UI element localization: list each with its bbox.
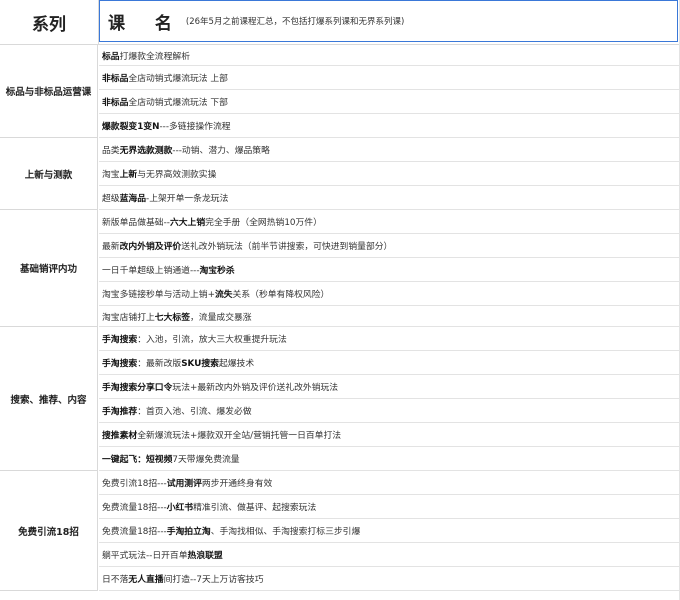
course-row[interactable]: 最新 改内外销及评价 送礼改外销玩法（前半节讲搜索，可快进到销量部分） <box>99 234 680 258</box>
course-row[interactable]: 手淘搜索 ：最新改版 SKU搜索 起爆技术 <box>99 351 680 375</box>
course-text: 玩法+最新改内外销及评价送礼改外销玩法 <box>172 383 339 393</box>
course-text: 免费流量18招--- <box>102 527 167 537</box>
course-text: 一日千单超级上销通道--- <box>102 266 200 276</box>
course-text-bold: ：短视频 <box>137 455 173 465</box>
course-row[interactable]: 手淘推荐 ：首页入池、引流、爆发必做 <box>99 399 680 423</box>
course-sheet: 系列 课 名 (26年5月之前课程汇总，不包括打爆系列课和无界系列课) 标品与非… <box>0 0 680 600</box>
course-header-title: 课 名 <box>108 13 184 34</box>
category-cell[interactable]: 标品与非标品运营课 <box>0 45 98 138</box>
category-cell[interactable]: 免费引流18招 <box>0 471 98 591</box>
course-text-bold: 淘宝秒杀 <box>199 266 235 276</box>
course-text-bold: 手淘搜索 <box>102 335 138 345</box>
course-text: 、手淘找相似、手淘搜索打标三步引爆 <box>210 527 361 537</box>
course-text-bold: 流失 <box>214 290 233 300</box>
course-row[interactable]: 淘宝 上新 与无界高效测款实操 <box>99 162 680 186</box>
course-text-bold: 标品 <box>102 51 120 62</box>
course-text: 日不落 <box>102 575 129 585</box>
course-text-bold: 试用测评 <box>166 479 202 489</box>
course-row[interactable]: 淘宝店铺打上 七大标签 ，流量成交暴涨 <box>99 306 680 327</box>
course-text: -上架开单一条龙玩法 <box>146 194 229 204</box>
course-row[interactable]: 标品 打爆款全流程解析 <box>99 45 680 66</box>
course-text-bold: 一键起飞 <box>102 455 138 465</box>
course-text: 品类 <box>102 146 120 156</box>
course-text-bold: 蓝海品 <box>119 194 147 204</box>
course-text-bold: 非标品 <box>102 74 129 84</box>
course-text-bold: 七大标签 <box>154 312 190 323</box>
header-row: 系列 课 名 (26年5月之前课程汇总，不包括打爆系列课和无界系列课) <box>0 0 680 45</box>
course-text-bold: 手淘推荐 <box>102 407 138 417</box>
course-text: 精准引流、做基评、起搜索玩法 <box>193 503 317 513</box>
course-row[interactable]: 躺平式玩法--日开百单 热浪联盟 <box>99 543 680 567</box>
course-text-bold: 手淘搜索分享口令 <box>102 383 173 393</box>
course-row[interactable]: 非标品 全店动销式爆流玩法 下部 <box>99 90 680 114</box>
course-text: 新版单品做基础-- <box>102 218 170 228</box>
series-header-cell[interactable]: 系列 <box>0 0 99 44</box>
course-header-cell[interactable]: 课 名 (26年5月之前课程汇总，不包括打爆系列课和无界系列课) <box>99 0 678 42</box>
course-row[interactable]: 手淘搜索 ：入池，引流，放大三大权重提升玩法 <box>99 327 680 351</box>
course-text: 全店动销式爆流玩法 下部 <box>128 98 228 108</box>
course-text: 淘宝多链接秒单与活动上销+ <box>102 290 215 300</box>
course-row[interactable]: 搜推素材 全新爆流玩法+爆款双开全站/营销托管一日百单打法 <box>99 423 680 447</box>
course-text-bold: 上新 <box>119 170 138 180</box>
course-text-bold: 无界选款测款 <box>119 146 173 156</box>
course-row[interactable]: 超级 蓝海品 -上架开单一条龙玩法 <box>99 186 680 210</box>
category-cell[interactable]: 上新与测款 <box>0 138 98 210</box>
course-text: 免费流量18招--- <box>102 503 167 513</box>
course-text: ：入池，引流，放大三大权重提升玩法 <box>137 335 287 345</box>
course-text-bold: 六大上销 <box>169 218 206 228</box>
course-text-bold: 爆款裂变1变N <box>102 122 160 132</box>
course-row[interactable]: 新版单品做基础-- 六大上销 完全手册（全网热销10万件） <box>99 210 680 234</box>
course-row[interactable]: 免费流量18招--- 手淘拍立淘 、手淘找相似、手淘搜索打标三步引爆 <box>99 519 680 543</box>
course-text-bold: SKU搜索 <box>181 359 219 369</box>
course-text: ，流量成交暴涨 <box>190 312 252 323</box>
course-text: 送礼改外销玩法（前半节讲搜索，可快进到销量部分） <box>181 242 393 252</box>
course-row[interactable]: 一键起飞 ：短视频 7天带爆免费流量 <box>99 447 680 471</box>
course-text: ---多链接操作流程 <box>159 122 231 132</box>
course-text: 完全手册（全网热销10万件） <box>205 218 322 228</box>
course-text: 全店动销式爆流玩法 上部 <box>128 74 228 84</box>
course-text-bold: 热浪联盟 <box>187 551 223 561</box>
course-text-bold: 小红书 <box>166 503 194 513</box>
course-text: 两步开通终身有效 <box>201 479 273 489</box>
course-text: ：首页入池、引流、爆发必做 <box>137 407 252 417</box>
course-row[interactable]: 免费流量18招--- 小红书 精准引流、做基评、起搜索玩法 <box>99 495 680 519</box>
course-row[interactable]: 爆款裂变1变N ---多链接操作流程 <box>99 114 680 138</box>
course-text: 超级 <box>102 194 120 204</box>
course-text: 关系（秒单有降权风险） <box>232 290 330 300</box>
course-text: 打爆款全流程解析 <box>119 51 190 62</box>
course-text: 最新 <box>102 242 120 252</box>
course-row[interactable]: 淘宝多链接秒单与活动上销+ 流失 关系（秒单有降权风险） <box>99 282 680 306</box>
course-text-bold: 手淘拍立淘 <box>166 527 211 537</box>
course-text: 淘宝店铺打上 <box>102 312 155 323</box>
course-row[interactable]: 一日千单超级上销通道--- 淘宝秒杀 <box>99 258 680 282</box>
course-row[interactable]: 免费引流18招--- 试用测评 两步开通终身有效 <box>99 471 680 495</box>
course-text-bold: 非标品 <box>102 98 129 108</box>
course-text: 免费引流18招--- <box>102 479 167 489</box>
course-text-bold: 搜推素材 <box>102 431 138 441</box>
course-text: 间打造--7天上万访客技巧 <box>163 575 264 585</box>
course-text: 淘宝 <box>102 170 120 180</box>
course-text-bold: 改内外销及评价 <box>119 242 182 252</box>
course-text-bold: 手淘搜索 <box>102 359 138 369</box>
category-cell[interactable]: 基础销评内功 <box>0 210 98 327</box>
course-row[interactable]: 日不落 无人直播 间打造--7天上万访客技巧 <box>99 567 680 591</box>
course-text: 起爆技术 <box>218 359 255 369</box>
course-row[interactable]: 非标品 全店动销式爆流玩法 上部 <box>99 66 680 90</box>
course-text: ---动销、潜力、爆品策略 <box>172 146 270 156</box>
course-text: ：最新改版 <box>137 359 182 369</box>
course-text: 与无界高效测款实操 <box>137 170 217 180</box>
course-text: 全新爆流玩法+爆款双开全站/营销托管一日百单打法 <box>137 431 342 441</box>
category-cell[interactable]: 搜索、推荐、内容 <box>0 327 98 471</box>
course-row[interactable]: 手淘搜索分享口令 玩法+最新改内外销及评价送礼改外销玩法 <box>99 375 680 399</box>
course-text: 7天带爆免费流量 <box>172 455 240 465</box>
course-header-note: (26年5月之前课程汇总，不包括打爆系列课和无界系列课) <box>185 17 405 27</box>
course-text-bold: 无人直播 <box>128 575 164 585</box>
course-text: 躺平式玩法--日开百单 <box>102 551 188 561</box>
course-row[interactable]: 品类 无界选款测款 ---动销、潜力、爆品策略 <box>99 138 680 162</box>
